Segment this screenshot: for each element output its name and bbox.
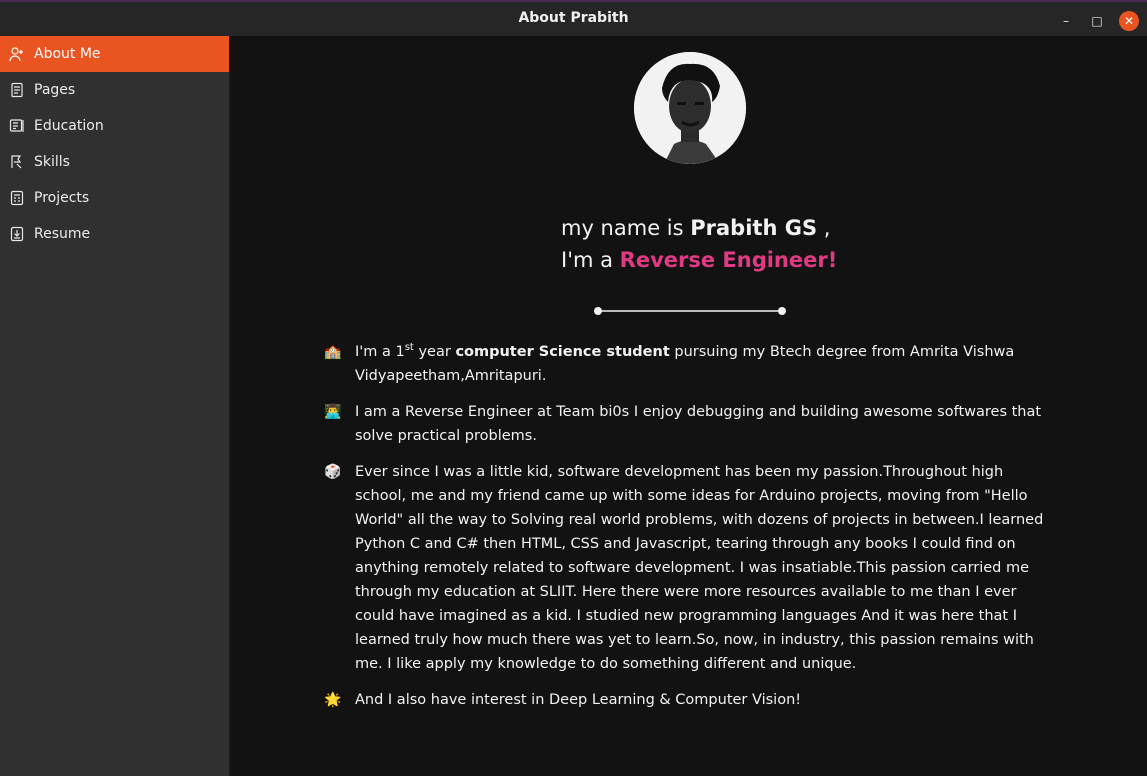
sidebar-item-label: Education — [34, 118, 104, 134]
about-list: 🏫 I'm a 1st year computer Science studen… — [324, 340, 1044, 724]
list-item-text: Ever since I was a little kid, software … — [355, 464, 1044, 672]
sidebar-item-label: Projects — [34, 190, 90, 206]
title-bar[interactable]: About Prabith – □ ✕ — [0, 0, 1147, 36]
star-emoji-icon: 🌟 — [324, 692, 342, 708]
list-item: 🎲 Ever since I was a little kid, softwar… — [324, 460, 1044, 676]
avatar — [634, 52, 746, 164]
projects-icon — [0, 190, 34, 206]
skills-icon — [0, 154, 34, 170]
intro-heading: my name is Prabith GS , I'm a Reverse En… — [561, 212, 861, 276]
decorative-divider — [592, 302, 788, 315]
list-item: 👨‍💻 I am a Reverse Engineer at Team bi0s… — [324, 400, 1044, 448]
bold-text: computer Science student — [455, 344, 670, 360]
resume-download-icon — [0, 226, 34, 242]
app-window: About Prabith – □ ✕ About Me Pages Educa… — [0, 0, 1147, 776]
main-content: my name is Prabith GS , I'm a Reverse En… — [230, 36, 1147, 776]
superscript: st — [404, 342, 414, 354]
education-icon — [0, 118, 34, 134]
intro-role: Reverse Engineer! — [619, 248, 838, 272]
list-item-text: I'm a 1st year computer Science student … — [355, 340, 1044, 388]
list-item-text: I am a Reverse Engineer at Team bi0s I e… — [355, 404, 1042, 444]
minimize-button[interactable]: – — [1056, 11, 1076, 31]
sidebar-item-label: Pages — [34, 82, 76, 98]
intro-prefix: my name is — [561, 216, 684, 240]
window-title: About Prabith — [518, 10, 629, 26]
maximize-button[interactable]: □ — [1087, 11, 1107, 31]
list-item: 🌟 And I also have interest in Deep Learn… — [324, 688, 1044, 712]
intro-line-name: my name is Prabith GS , — [561, 212, 861, 244]
sidebar-item-resume[interactable]: Resume — [0, 216, 229, 252]
sidebar-item-pages[interactable]: Pages — [0, 72, 229, 108]
sidebar-item-education[interactable]: Education — [0, 108, 229, 144]
text-part: I'm a 1 — [355, 344, 405, 360]
sidebar-item-label: Resume — [34, 226, 91, 242]
sidebar-item-label: Skills — [34, 154, 70, 170]
intro-name: Prabith GS — [690, 216, 818, 240]
intro-role-prefix: I'm a — [561, 248, 613, 272]
technologist-emoji-icon: 👨‍💻 — [324, 404, 342, 420]
list-item: 🏫 I'm a 1st year computer Science studen… — [324, 340, 1044, 388]
intro-line-role: I'm a Reverse Engineer! — [561, 244, 861, 276]
user-add-icon — [0, 46, 34, 62]
sidebar: About Me Pages Education Skills Projects — [0, 36, 230, 776]
pages-icon — [0, 82, 34, 98]
sidebar-item-about-me[interactable]: About Me — [0, 36, 229, 72]
sidebar-item-projects[interactable]: Projects — [0, 180, 229, 216]
school-emoji-icon: 🏫 — [324, 344, 342, 360]
intro-suffix: , — [823, 216, 831, 240]
dice-emoji-icon: 🎲 — [324, 464, 342, 480]
list-item-text: And I also have interest in Deep Learnin… — [355, 692, 802, 708]
sidebar-item-skills[interactable]: Skills — [0, 144, 229, 180]
sidebar-item-label: About Me — [34, 46, 101, 62]
close-button[interactable]: ✕ — [1119, 11, 1139, 31]
text-part: year — [413, 344, 456, 360]
